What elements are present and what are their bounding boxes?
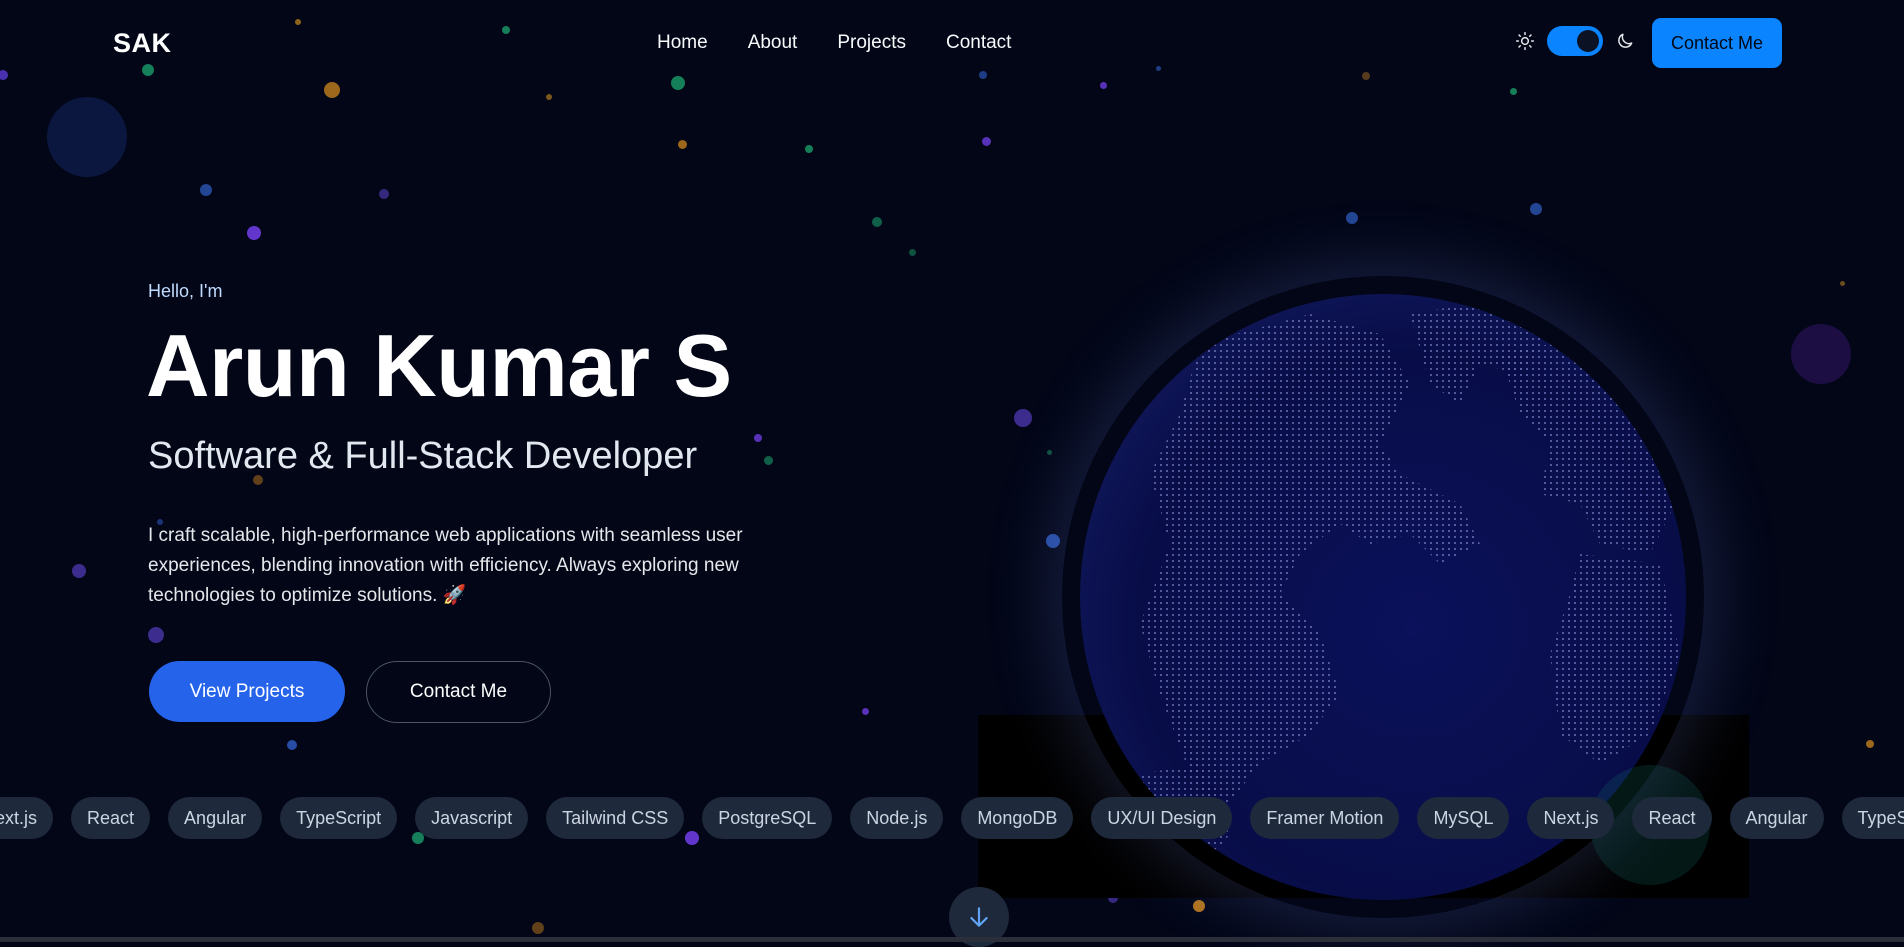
sun-icon xyxy=(1515,31,1535,51)
theme-switcher xyxy=(1515,26,1635,56)
particle xyxy=(1046,449,1052,455)
tech-marquee: Next.js React Angular TypeScript Javascr… xyxy=(0,797,1904,839)
tech-chip[interactable]: Next.js xyxy=(0,797,54,839)
tech-chip[interactable]: PostgreSQL xyxy=(702,797,833,839)
particle xyxy=(200,184,212,196)
particle xyxy=(148,627,164,643)
tech-chip[interactable]: MySQL xyxy=(1417,797,1510,839)
tech-chip[interactable]: TypeScript xyxy=(280,797,398,839)
contact-me-button[interactable]: Contact Me xyxy=(366,661,551,723)
hero-greeting: Hello, I'm xyxy=(148,281,223,301)
theme-toggle[interactable] xyxy=(1547,26,1603,56)
arrow-down-icon xyxy=(970,907,988,927)
particle xyxy=(379,189,389,199)
nav-home[interactable]: Home xyxy=(657,32,708,54)
particle xyxy=(981,136,991,146)
particle xyxy=(532,922,544,934)
tech-chip[interactable]: Next.js xyxy=(1527,797,1615,839)
window-bottom-edge xyxy=(0,937,1904,942)
main-nav: Home About Projects Contact xyxy=(657,32,1011,54)
moon-icon xyxy=(1618,33,1633,48)
tech-chip[interactable]: Angular xyxy=(168,797,263,839)
tech-chip[interactable]: React xyxy=(1632,797,1712,839)
contact-me-header-button[interactable]: Contact Me xyxy=(1652,18,1782,68)
bubble xyxy=(47,97,127,177)
nav-about[interactable]: About xyxy=(748,32,798,54)
hero-description: I craft scalable, high-performance web a… xyxy=(148,525,743,606)
particle xyxy=(72,564,86,578)
tech-chip[interactable]: React xyxy=(71,797,151,839)
particle xyxy=(861,707,869,715)
particle xyxy=(763,455,773,465)
tech-chip[interactable]: Node.js xyxy=(850,797,944,839)
particle xyxy=(872,217,882,227)
tech-chip[interactable]: Framer Motion xyxy=(1250,797,1400,839)
particle xyxy=(908,248,916,256)
particle xyxy=(1509,87,1517,95)
particle xyxy=(805,145,813,153)
particle xyxy=(1346,212,1358,224)
particle xyxy=(677,139,687,149)
particle xyxy=(1839,280,1845,286)
tech-chip[interactable]: MongoDB xyxy=(961,797,1074,839)
particle xyxy=(1530,203,1542,215)
nav-contact[interactable]: Contact xyxy=(946,32,1011,54)
hero-role: Software & Full-Stack Developer xyxy=(148,435,698,477)
particle xyxy=(546,94,552,100)
particle xyxy=(1046,534,1060,548)
particle xyxy=(287,740,297,750)
logo[interactable]: SAK xyxy=(113,28,172,59)
site-header: SAK Home About Projects Contact Contact … xyxy=(0,0,1904,88)
tech-chip[interactable]: Angular xyxy=(1729,797,1824,839)
particle xyxy=(1014,409,1032,427)
tech-chip[interactable]: TypeScript xyxy=(1841,797,1904,839)
view-projects-button[interactable]: View Projects xyxy=(149,661,345,722)
tech-chip[interactable]: Javascript xyxy=(415,797,529,839)
particle xyxy=(247,226,261,240)
toggle-knob xyxy=(1577,30,1599,52)
nav-projects[interactable]: Projects xyxy=(837,32,906,54)
bubble xyxy=(1791,324,1851,384)
particle xyxy=(1866,740,1874,748)
tech-chip[interactable]: Tailwind CSS xyxy=(546,797,685,839)
particle xyxy=(1193,900,1205,912)
hero-name: Arun Kumar S xyxy=(146,316,732,415)
tech-chip[interactable]: UX/UI Design xyxy=(1091,797,1233,839)
particle xyxy=(754,434,762,442)
